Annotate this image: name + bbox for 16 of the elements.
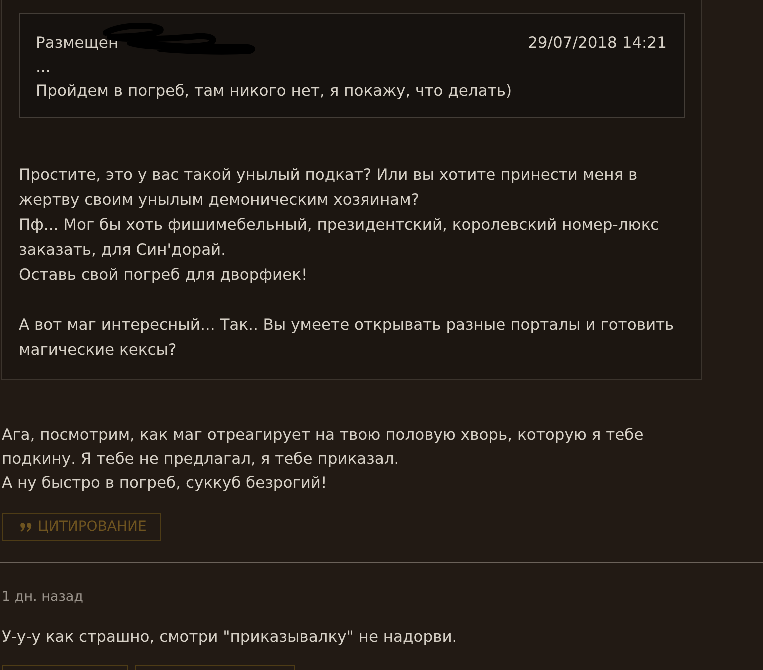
quote-text: Простите, это у вас такой унылый подкат? Или вы хотите принести меня в жертву своим унылым демоническим хозяинам? <box>19 165 639 211</box>
post-text: У-у-у как страшно, смотри "приказывалку" не надорви. <box>2 627 458 648</box>
quote-text: А вот маг интересный... Так.. Вы умеете открывать разные порталы и готовить магические кексы? <box>19 315 676 361</box>
action-button[interactable] <box>135 665 295 670</box>
quote-text: ... <box>36 57 52 78</box>
quote-text: Пройдем в погреб, там никого нет, я покажу, что делать) <box>36 81 514 102</box>
post-time: 1 дн. назад <box>2 588 84 607</box>
quote-icon <box>20 522 32 532</box>
quote-button[interactable]: ЦИТИРОВАНИЕ <box>2 513 161 541</box>
post-text: А ну быстро в погреб, суккуб безрогий! <box>2 473 328 494</box>
quote-text: Пф... Мог бы хоть фишимебельный, президентский, королевский номер-люкс заказать, для Син'дорай. <box>19 215 660 261</box>
action-button[interactable] <box>2 665 128 670</box>
post-author-label: Размещен <box>36 33 119 54</box>
quote-text: Оставь свой погреб для дворфиек! <box>19 265 309 286</box>
post-date: 29/07/2018 14:21 <box>528 33 667 54</box>
post-text: Ага, посмотрим, как маг отреагирует на твою половую хворь, которую я тебе подкину. Я тебе не предлагал, я тебе приказал. <box>2 425 645 470</box>
